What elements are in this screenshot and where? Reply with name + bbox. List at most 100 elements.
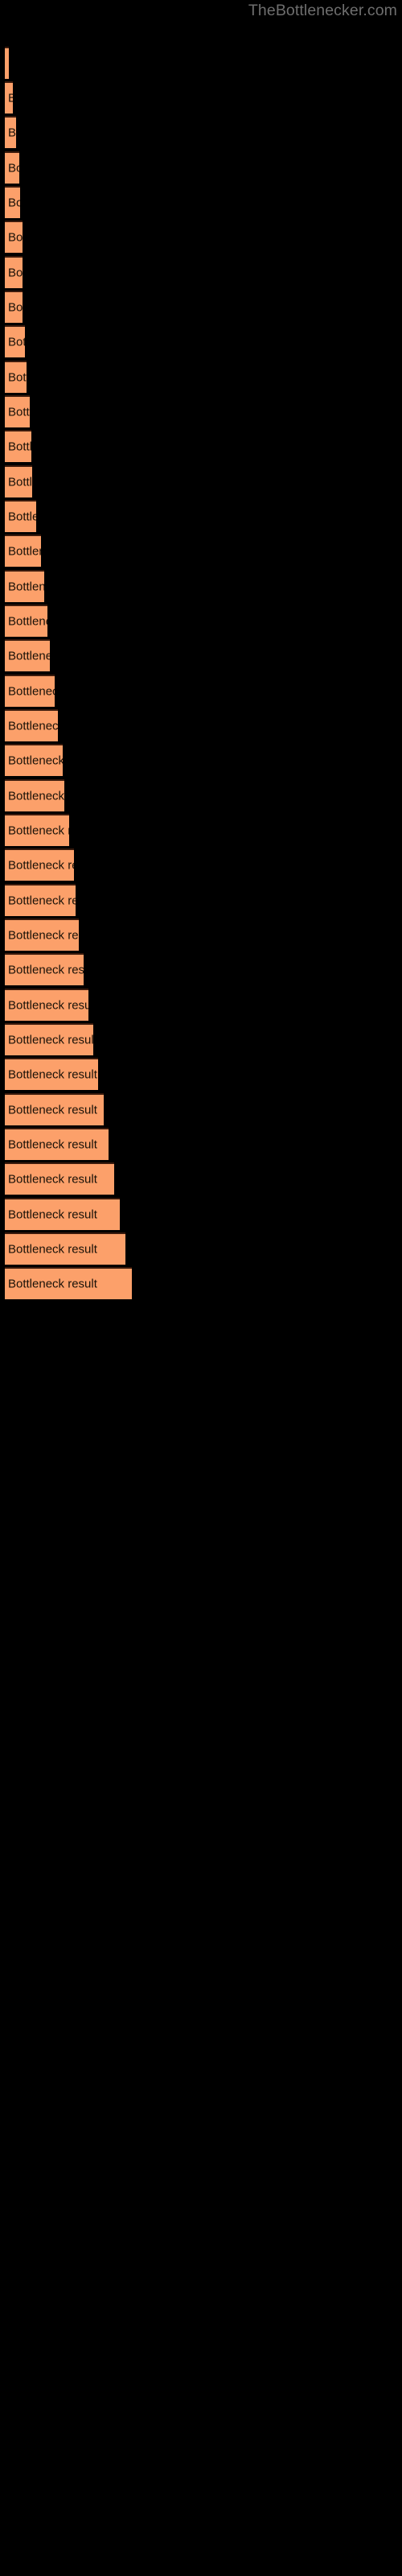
bar-row: Bottleneck result [0, 570, 402, 602]
bar-row: Bottleneck result [0, 639, 402, 671]
bar-label: Bottleneck result [8, 928, 79, 943]
bar[interactable]: Bottleneck result [5, 675, 55, 707]
bar-label: Bottleneck result [8, 126, 16, 140]
bar[interactable]: Bottleneck result [5, 1267, 132, 1299]
bar-label: Bottleneck result [8, 1033, 93, 1047]
bar-row: Bottleneck result [0, 291, 402, 323]
bar[interactable]: Bottleneck result [5, 430, 31, 462]
bar[interactable]: Bottleneck result [5, 1198, 120, 1230]
bar[interactable]: Bottleneck result [5, 884, 76, 916]
bar[interactable]: Bottleneck result [5, 291, 23, 323]
bar-row: Bottleneck result [0, 116, 402, 148]
bar[interactable]: Bottleneck result [5, 709, 58, 741]
bar[interactable]: Bottleneck result [5, 361, 27, 393]
bar[interactable]: Bottleneck result [5, 814, 69, 846]
bar[interactable]: Bottleneck result [5, 1128, 109, 1160]
bar-row: Bottleneck result [0, 1023, 402, 1055]
bar-row: Bottleneck result [0, 325, 402, 357]
bar-label: Bottleneck result [8, 1208, 97, 1222]
bar-row: Bottleneck result [0, 395, 402, 427]
bar-label: Bottleneck result [8, 370, 27, 385]
bar-row: Bottleneck result [0, 535, 402, 567]
bar-label: Bottleneck result [8, 894, 76, 908]
bar[interactable]: Bottleneck result [5, 500, 36, 532]
bar-label: Bottleneck result [8, 753, 63, 768]
bar[interactable]: Bottleneck result [5, 535, 41, 567]
bar-label: Bottleneck result [8, 998, 88, 1013]
bar[interactable]: Bottleneck result [5, 779, 64, 811]
bar-row: Bottleneck result [0, 814, 402, 846]
bar-row: Bottleneck result [0, 848, 402, 881]
bar-label: Bottleneck result [8, 57, 9, 71]
bar-row: Bottleneck result [0, 1058, 402, 1090]
bar-row: Bottleneck result [0, 1232, 402, 1265]
bar-row: Bottleneck result [0, 1198, 402, 1230]
bar-row: Bottleneck result [0, 81, 402, 114]
bar[interactable]: Bottleneck result [5, 151, 19, 184]
bar[interactable]: Bottleneck result [5, 256, 23, 288]
bar-row: Bottleneck result [0, 919, 402, 951]
bar[interactable]: Bottleneck result [5, 465, 32, 497]
bar-row: Bottleneck result [0, 1093, 402, 1125]
bar[interactable]: Bottleneck result [5, 919, 79, 951]
bar-row: Bottleneck result [0, 709, 402, 741]
bar-label: Bottleneck result [8, 300, 23, 315]
bar-row: Bottleneck result [0, 989, 402, 1021]
bars-layer: Bottleneck result Bottleneck result Bottle… [0, 0, 402, 2576]
bar-row: Bottleneck result [0, 47, 402, 79]
bar-label: Bottleneck result [8, 719, 58, 733]
bar-row: Bottleneck result [0, 1162, 402, 1195]
bar-label: Bottleneck result [8, 1103, 97, 1117]
bar[interactable]: Bottleneck result [5, 186, 20, 218]
bar[interactable]: Bottleneck result [5, 1023, 93, 1055]
bar[interactable]: Bottleneck result [5, 395, 30, 427]
bar-row: Bottleneck result [0, 953, 402, 985]
bar-label: Bottleneck result [8, 440, 31, 454]
bar-label: Bottleneck result [8, 335, 25, 349]
bar-row: Bottleneck result [0, 1128, 402, 1160]
bar[interactable]: Bottleneck result [5, 1058, 98, 1090]
bar-label: Bottleneck result [8, 230, 23, 245]
bar-label: Bottleneck result [8, 824, 69, 838]
bar-row: Bottleneck result [0, 151, 402, 184]
bar-row: Bottleneck result [0, 500, 402, 532]
bar[interactable]: Bottleneck result [5, 221, 23, 253]
bar-row: Bottleneck result [0, 430, 402, 462]
bar-row: Bottleneck result [0, 744, 402, 776]
bar-row: Bottleneck result [0, 779, 402, 811]
bar-row: Bottleneck result [0, 186, 402, 218]
bar[interactable]: Bottleneck result [5, 116, 16, 148]
bar-label: Bottleneck result [8, 614, 47, 629]
bar-label: Bottleneck result [8, 1067, 97, 1082]
bar-label: Bottleneck result [8, 544, 41, 559]
bar-label: Bottleneck result [8, 684, 55, 699]
bar-label: Bottleneck result [8, 649, 50, 663]
bar[interactable]: Bottleneck result [5, 1162, 114, 1195]
bar[interactable]: Bottleneck result [5, 81, 13, 114]
bar[interactable]: Bottleneck result [5, 1093, 104, 1125]
bar-label: Bottleneck result [8, 963, 84, 977]
bar-row: Bottleneck result [0, 884, 402, 916]
bar[interactable]: Bottleneck result [5, 1232, 125, 1265]
bar-label: Bottleneck result [8, 510, 36, 524]
bar-label: Bottleneck result [8, 1137, 97, 1152]
bar-row: Bottleneck result [0, 256, 402, 288]
bar[interactable]: Bottleneck result [5, 989, 88, 1021]
bar-label: Bottleneck result [8, 858, 74, 873]
bar-row: Bottleneck result [0, 605, 402, 637]
bar-label: Bottleneck result [8, 196, 20, 210]
bar[interactable]: Bottleneck result [5, 953, 84, 985]
bar[interactable]: Bottleneck result [5, 744, 63, 776]
bar[interactable]: Bottleneck result [5, 47, 9, 79]
bar[interactable]: Bottleneck result [5, 639, 50, 671]
bar-label: Bottleneck result [8, 580, 44, 594]
bar[interactable]: Bottleneck result [5, 848, 74, 881]
bar-row: Bottleneck result [0, 465, 402, 497]
bar-label: Bottleneck result [8, 266, 23, 280]
bar[interactable]: Bottleneck result [5, 605, 47, 637]
bottleneck-bar-chart: TheBottlenecker.com Bottleneck resultBot… [0, 0, 402, 2576]
bar-label: Bottleneck result [8, 1277, 97, 1291]
bar-label: Bottleneck result [8, 1172, 97, 1187]
bar[interactable]: Bottleneck result [5, 325, 25, 357]
bar[interactable]: Bottleneck result [5, 570, 44, 602]
